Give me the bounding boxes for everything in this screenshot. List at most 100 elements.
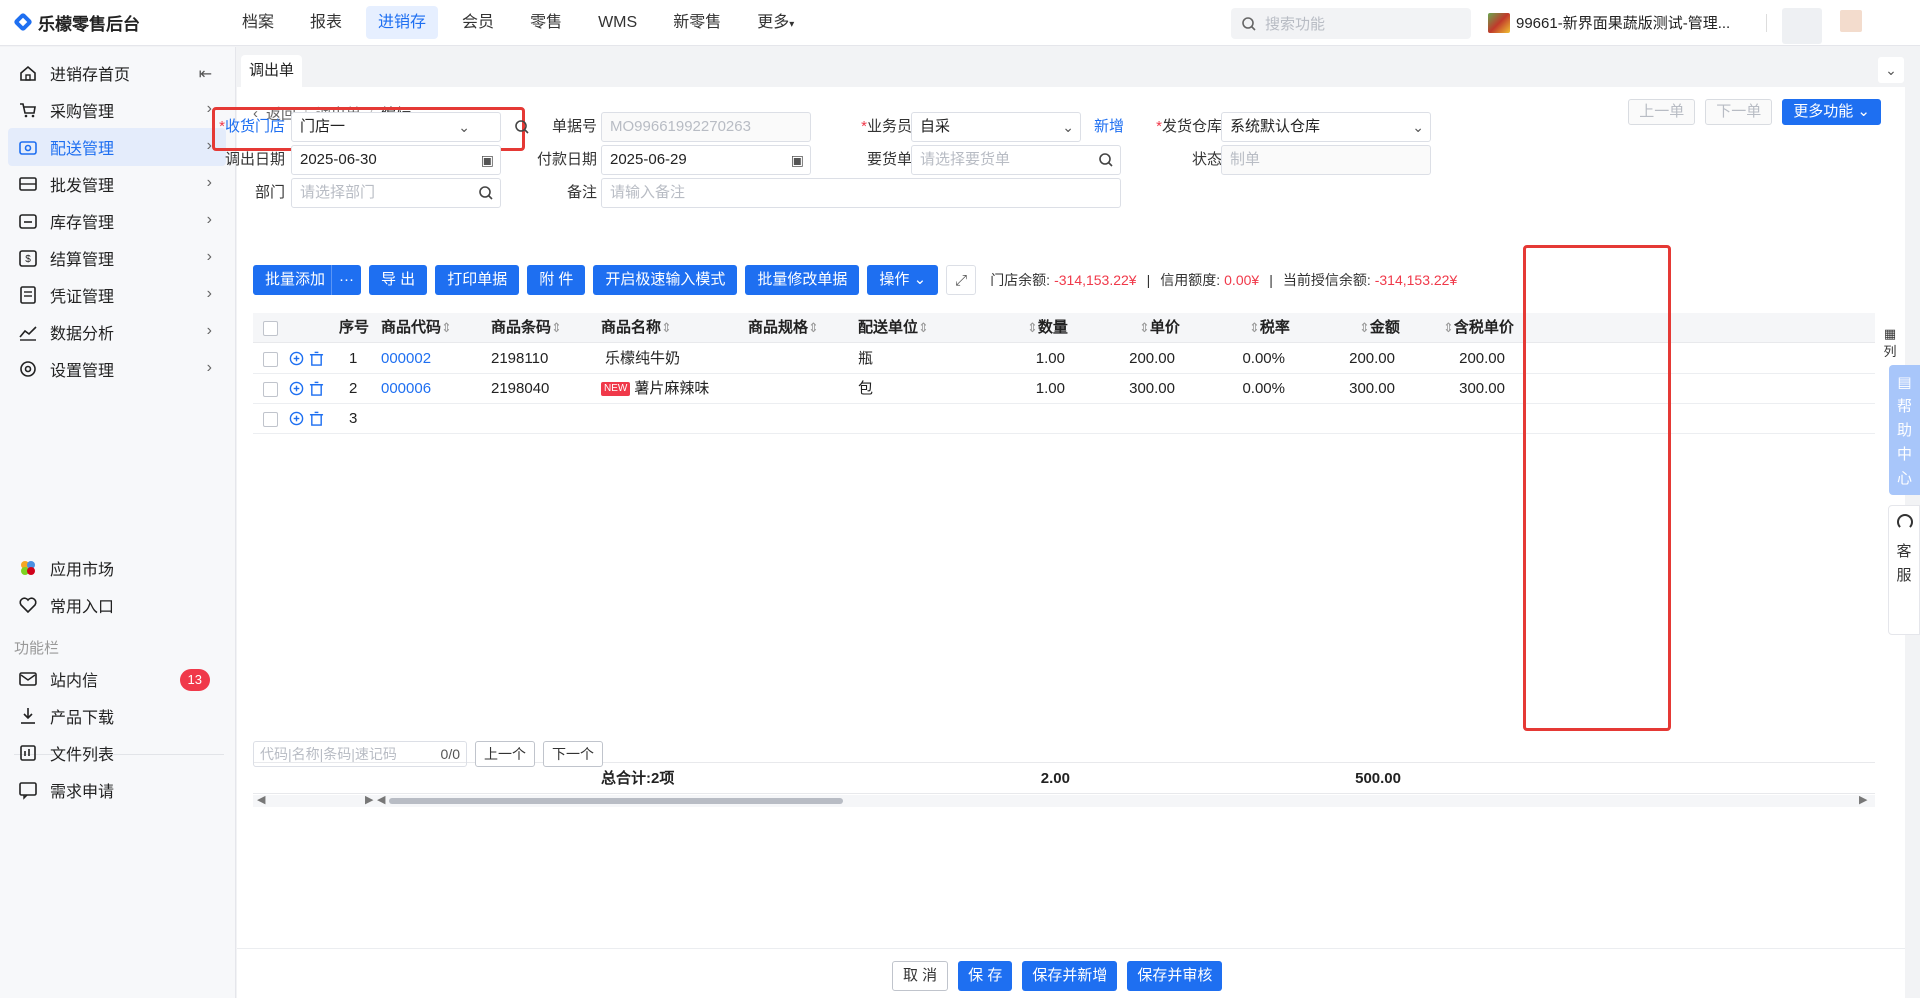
delete-row-icon[interactable] <box>309 351 324 366</box>
top-nav-item[interactable]: 更多▾ <box>745 6 806 39</box>
cell-code[interactable]: 000006 <box>381 374 431 404</box>
cell-qty[interactable]: 1.00 <box>995 344 1065 374</box>
top-nav-item[interactable]: 档案 <box>230 6 286 39</box>
print-button[interactable]: 打印单据 <box>435 265 520 295</box>
col-amount[interactable]: ⇕金额 <box>1359 313 1400 343</box>
sidebar-item-label: 数据分析 <box>50 326 115 343</box>
sidebar-item[interactable]: 应用市场 <box>8 549 226 587</box>
cell-qty[interactable] <box>995 404 1065 434</box>
finder-prev-button[interactable]: 上一个 <box>475 741 535 767</box>
receive-store-select[interactable]: 门店一 ⌄ <box>291 112 529 142</box>
cell-price[interactable]: 200.00 <box>1105 344 1175 374</box>
col-barcode[interactable]: 商品条码⇕ <box>491 313 562 343</box>
tab-transfer-out[interactable]: 调出单 <box>241 55 303 87</box>
top-nav-item[interactable]: 会员 <box>450 6 506 39</box>
home-icon <box>18 63 38 83</box>
chevron-down-icon[interactable]: ⌄ <box>1878 57 1904 83</box>
more-functions-button[interactable]: 更多功能 ⌄ <box>1782 99 1881 125</box>
save-button[interactable]: 保 存 <box>958 961 1013 991</box>
sidebar-item[interactable]: 设置管理 › <box>8 350 226 388</box>
prev-doc-button[interactable]: 上一单 <box>1628 99 1696 125</box>
horizontal-scrollbar[interactable]: ◀ ▶ ◀ ▶ <box>253 793 1875 807</box>
cancel-button[interactable]: 取 消 <box>892 961 949 991</box>
more-options-icon[interactable]: ··· <box>331 265 361 295</box>
save-and-audit-button[interactable]: 保存并审核 <box>1127 961 1223 991</box>
scroll-left-icon[interactable]: ◀ <box>257 793 265 806</box>
add-row-icon[interactable] <box>289 381 304 396</box>
delete-row-icon[interactable] <box>309 381 324 396</box>
top-nav-item[interactable]: 进销存 <box>366 6 439 39</box>
add-row-icon[interactable] <box>289 411 304 426</box>
sidebar-item[interactable]: 进销存首页 ⇤ <box>8 54 226 92</box>
warehouse-select[interactable]: 系统默认仓库 ⌄ <box>1221 112 1431 142</box>
finder-input[interactable]: 代码|名称|条码|速记码 0/0 <box>253 741 467 767</box>
mail-icon <box>18 669 38 689</box>
sidebar-item[interactable]: 站内信 13 <box>8 660 226 698</box>
sidebar-item[interactable]: $ 结算管理 › <box>8 239 226 277</box>
sidebar-item[interactable]: 凭证管理 › <box>8 276 226 314</box>
customer-service-float[interactable]: 客服 <box>1888 505 1920 635</box>
scroll-right-icon[interactable]: ▶ <box>365 793 373 806</box>
batch-edit-button[interactable]: 批量修改单据 <box>745 265 860 295</box>
col-tax-price[interactable]: ⇕含税单价 <box>1443 313 1514 343</box>
add-row-icon[interactable] <box>289 351 304 366</box>
cell-price[interactable] <box>1105 404 1175 434</box>
scroll-left-icon[interactable]: ◀ <box>377 793 385 806</box>
store-selector[interactable]: 99661-新界面果蔬版测试-管理... <box>1488 12 1730 33</box>
help-center-float[interactable]: ▤ 帮助中心 <box>1889 365 1920 495</box>
fast-input-button[interactable]: 开启极速输入模式 <box>593 265 738 295</box>
chevron-right-icon: › <box>206 359 212 376</box>
top-nav-item[interactable]: 新零售 <box>661 6 733 39</box>
scroll-right-icon[interactable]: ▶ <box>1859 793 1867 806</box>
collapse-sidebar-icon[interactable]: ⇤ <box>199 64 212 84</box>
salesman-select[interactable]: 自采 ⌄ 新增 <box>911 112 1124 142</box>
export-button[interactable]: 导 出 <box>369 265 428 295</box>
col-unit[interactable]: 配送单位⇕ <box>858 313 929 343</box>
col-tax[interactable]: ⇕税率 <box>1249 313 1290 343</box>
expand-icon[interactable]: ⤢ <box>946 265 977 295</box>
chevron-right-icon: › <box>206 285 212 302</box>
select-all-checkbox[interactable] <box>263 321 278 336</box>
cell-code[interactable]: 000002 <box>381 344 431 374</box>
app-logo[interactable]: 乐檬零售后台 <box>14 10 140 35</box>
cell-qty[interactable]: 1.00 <box>995 374 1065 404</box>
save-and-new-button[interactable]: 保存并新增 <box>1022 961 1118 991</box>
top-nav-item[interactable]: 零售 <box>518 6 574 39</box>
col-name[interactable]: 商品名称⇕ <box>601 313 672 343</box>
attachment-button[interactable]: 附 件 <box>527 265 586 295</box>
pay-date-picker[interactable]: 2025-06-29 ▣ <box>601 145 811 175</box>
user-avatar[interactable] <box>1840 10 1862 32</box>
sidebar-item[interactable]: 文件列表 <box>8 734 226 772</box>
batch-add-button[interactable]: 批量添加 ··· <box>253 265 362 295</box>
search-placeholder: 搜索功能 <box>1265 16 1326 33</box>
column-settings[interactable]: ▦ 列 <box>1883 325 1897 361</box>
avatar[interactable] <box>1782 8 1822 44</box>
col-code[interactable]: 商品代码⇕ <box>381 313 452 343</box>
sidebar-item[interactable]: 需求申请 <box>8 771 226 809</box>
row-checkbox[interactable] <box>263 382 278 397</box>
remark-input[interactable]: 请输入备注 <box>601 178 1121 208</box>
delete-row-icon[interactable] <box>309 411 324 426</box>
request-doc-select[interactable]: 请选择要货单 <box>911 145 1121 175</box>
top-nav-item[interactable]: 报表 <box>298 6 354 39</box>
col-qty[interactable]: ⇕数量 <box>1027 313 1068 343</box>
col-price[interactable]: ⇕单价 <box>1139 313 1180 343</box>
operation-dropdown[interactable]: 操作 ⌄ <box>867 265 939 295</box>
function-search[interactable]: 搜索功能 <box>1231 8 1471 39</box>
out-date-picker[interactable]: 2025-06-30 ▣ <box>291 145 501 175</box>
sidebar-item[interactable]: 数据分析 › <box>8 313 226 351</box>
dept-select[interactable]: 请选择部门 <box>291 178 501 208</box>
row-checkbox[interactable] <box>263 352 278 367</box>
next-doc-button[interactable]: 下一单 <box>1705 99 1773 125</box>
finder-next-button[interactable]: 下一个 <box>543 741 603 767</box>
app-name: 乐檬零售后台 <box>38 15 140 34</box>
operation-label: 操作 <box>879 271 910 288</box>
col-no: 序号 <box>339 319 370 336</box>
sidebar-item[interactable]: 产品下载 <box>8 697 226 735</box>
top-nav-item[interactable]: WMS <box>586 6 649 39</box>
cell-price[interactable]: 300.00 <box>1105 374 1175 404</box>
scroll-thumb[interactable] <box>389 798 843 804</box>
sidebar-item[interactable]: 常用入口 <box>8 586 226 624</box>
col-spec[interactable]: 商品规格⇕ <box>748 313 819 343</box>
row-checkbox[interactable] <box>263 412 278 427</box>
